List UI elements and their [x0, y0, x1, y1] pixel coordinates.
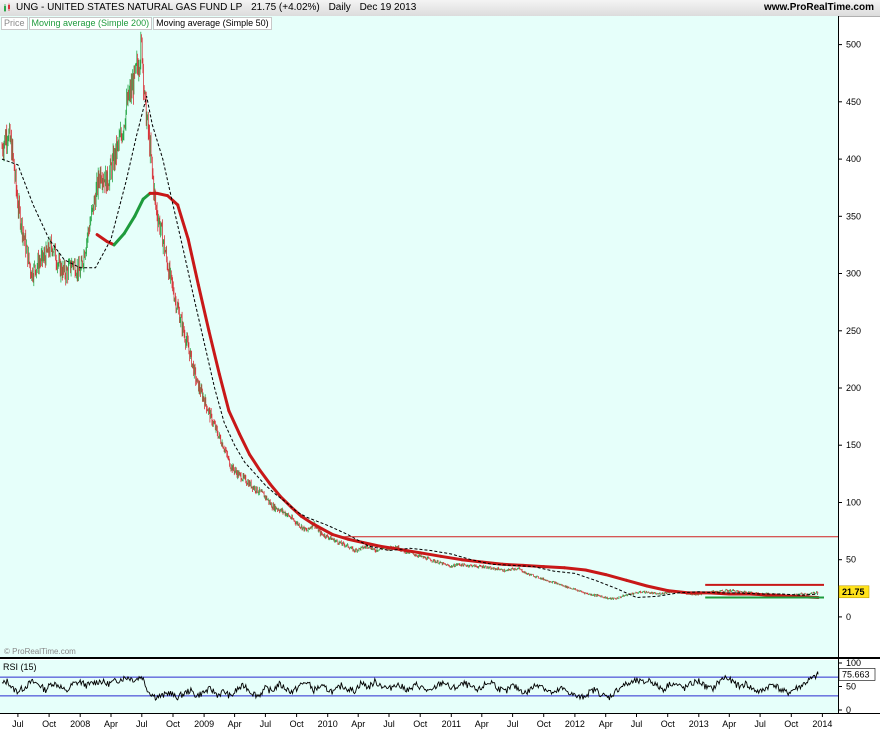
- site-link[interactable]: www.ProRealTime.com: [764, 0, 874, 16]
- price-axis-label: 300: [846, 269, 861, 279]
- rsi-panel-background: [0, 660, 838, 713]
- legend-ma50[interactable]: Moving average (Simple 50): [153, 17, 272, 30]
- time-axis-label: 2009: [194, 719, 214, 729]
- last-quote: 21.75 (+4.02%): [251, 2, 320, 13]
- title-bar: UNG - UNITED STATES NATURAL GAS FUND LP …: [0, 0, 880, 17]
- timeframe: Daily: [328, 2, 351, 13]
- price-axis-label: 350: [846, 211, 861, 221]
- rsi-axis-label: 0: [846, 705, 851, 715]
- time-axis-label: Oct: [537, 719, 552, 729]
- time-axis-label: Oct: [413, 719, 428, 729]
- time-axis-label: Apr: [722, 719, 736, 729]
- time-axis-label: Jul: [383, 719, 395, 729]
- ma200-segment: [769, 593, 793, 598]
- time-axis-label: Apr: [104, 719, 118, 729]
- time-axis-label: Oct: [42, 719, 57, 729]
- last-price-label: 21.75: [842, 587, 865, 597]
- time-axis-label: 2014: [812, 719, 832, 729]
- price-axis-label: 200: [846, 383, 861, 393]
- time-axis-label: Jul: [12, 719, 24, 729]
- price-axis-label: 450: [846, 97, 861, 107]
- legend-ma200[interactable]: Moving average (Simple 200): [28, 17, 153, 30]
- time-axis-label: Jul: [136, 719, 148, 729]
- price-axis-label: 100: [846, 498, 861, 508]
- time-axis-label: Apr: [475, 719, 489, 729]
- time-axis-label: Apr: [228, 719, 242, 729]
- time-axis-label: 2010: [318, 719, 338, 729]
- time-axis-label: Apr: [351, 719, 365, 729]
- price-axis-label: 0: [846, 612, 851, 622]
- price-chart[interactable]: 05010015020025030035040045050021.75Jul Oc…: [0, 16, 880, 733]
- time-axis-label: Oct: [661, 719, 676, 729]
- rsi-axis-label: 50: [846, 682, 856, 692]
- ma200-segment: [542, 565, 566, 570]
- price-axis-label: 250: [846, 326, 861, 336]
- time-axis-label: Jul: [260, 719, 272, 729]
- instrument-name: UNG - UNITED STATES NATURAL GAS FUND LP: [16, 2, 243, 13]
- quote-date: Dec 19 2013: [359, 2, 417, 13]
- time-axis-label: Apr: [599, 719, 613, 729]
- rsi-title: RSI (15): [3, 662, 37, 672]
- chart-window: UNG - UNITED STATES NATURAL GAS FUND LP …: [0, 0, 880, 733]
- time-axis-label: Oct: [784, 719, 799, 729]
- copyright-notice: © ProRealTime.com: [4, 647, 76, 656]
- candlestick-icon: [4, 3, 10, 12]
- price-axis-label: 500: [846, 40, 861, 50]
- time-axis-label: Jul: [754, 719, 766, 729]
- rsi-value-label: 75.663: [842, 669, 870, 679]
- price-axis-label: 150: [846, 440, 861, 450]
- price-axis-label: 50: [846, 555, 856, 565]
- time-axis-label: 2011: [442, 719, 461, 729]
- price-axis-label: 400: [846, 154, 861, 164]
- indicator-legend: Price Moving average (Simple 200) Moving a…: [1, 17, 273, 30]
- time-axis-label: Oct: [166, 719, 181, 729]
- time-axis-label: 2008: [70, 719, 90, 729]
- time-axis-label: 2013: [689, 719, 709, 729]
- time-axis-label: 2012: [565, 719, 585, 729]
- rsi-axis-label: 100: [846, 658, 861, 668]
- time-axis-label: Jul: [631, 719, 643, 729]
- time-axis-label: Oct: [290, 719, 305, 729]
- legend-price[interactable]: Price: [1, 17, 28, 30]
- time-axis-label: Jul: [507, 719, 519, 729]
